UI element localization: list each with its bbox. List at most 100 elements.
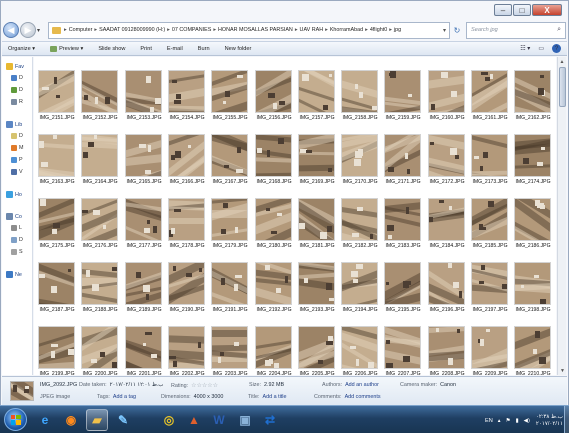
breadcrumb-separator[interactable]: ▸ xyxy=(64,27,67,33)
matlab-icon[interactable]: ▲ xyxy=(183,409,205,431)
file-thumbnail[interactable]: IMG_2198.JPG xyxy=(511,262,555,318)
file-thumbnail[interactable]: IMG_2181.JPG xyxy=(295,198,339,254)
close-button[interactable]: X xyxy=(532,4,562,16)
view-options-icon[interactable]: ☷ ▾ xyxy=(520,45,530,52)
file-thumbnail[interactable]: IMG_2158.JPG xyxy=(338,70,382,126)
folder-icon[interactable]: ▰ xyxy=(86,409,108,431)
nav-item[interactable]: Ho xyxy=(6,191,22,198)
scroll-down-icon[interactable]: ▼ xyxy=(558,366,567,375)
file-thumbnail[interactable]: IMG_2179.JPG xyxy=(208,198,252,254)
file-thumbnail[interactable]: IMG_2154.JPG xyxy=(165,70,209,126)
file-thumbnail[interactable]: IMG_2204.JPG xyxy=(252,326,296,375)
file-thumbnail[interactable]: IMG_2200.JPG xyxy=(78,326,122,375)
file-thumbnail[interactable]: IMG_2205.JPG xyxy=(295,326,339,375)
refresh-icon[interactable]: ↻ xyxy=(450,22,464,39)
file-thumbnail[interactable]: IMG_2196.JPG xyxy=(425,262,469,318)
slideshow-button[interactable]: Slide show xyxy=(98,46,125,52)
file-thumbnail[interactable]: IMG_2159.JPG xyxy=(381,70,425,126)
file-thumbnail[interactable]: IMG_2166.JPG xyxy=(165,134,209,190)
file-thumbnail[interactable]: IMG_2157.JPG xyxy=(295,70,339,126)
nav-item[interactable]: V xyxy=(11,169,23,175)
file-thumbnail[interactable]: IMG_2180.JPG xyxy=(252,198,296,254)
burn-button[interactable]: Burn xyxy=(198,46,210,52)
file-thumbnail[interactable]: IMG_2202.JPG xyxy=(165,326,209,375)
nav-item[interactable]: Ne xyxy=(6,271,22,278)
nav-item[interactable]: D xyxy=(11,133,23,139)
nav-item[interactable]: Fav xyxy=(6,63,24,70)
address-dropdown-icon[interactable]: ▾ xyxy=(443,27,446,34)
tags-value[interactable]: Add a tag xyxy=(113,394,136,400)
file-thumbnail[interactable]: IMG_2199.JPG xyxy=(35,326,79,375)
breadcrumb-separator[interactable]: ▸ xyxy=(213,27,216,33)
nav-item[interactable]: S xyxy=(11,249,23,255)
preview-pane-icon[interactable]: ▭ xyxy=(538,45,544,52)
file-thumbnail[interactable]: IMG_2153.JPG xyxy=(122,70,166,126)
file-thumbnail[interactable]: IMG_2161.JPG xyxy=(468,70,512,126)
organize-button[interactable]: Organize ▾ xyxy=(8,46,35,52)
file-thumbnail[interactable]: IMG_2194.JPG xyxy=(338,262,382,318)
breadcrumb-item[interactable]: HONAR MOSALLAS PARSIAN xyxy=(218,27,293,33)
file-thumbnail[interactable]: IMG_2190.JPG xyxy=(165,262,209,318)
language-indicator[interactable]: EN xyxy=(485,418,493,424)
file-thumbnail[interactable]: IMG_2171.JPG xyxy=(381,134,425,190)
firefox-icon[interactable]: ◉ xyxy=(60,409,82,431)
search-icon[interactable]: ⌕ xyxy=(557,26,561,34)
file-thumbnail[interactable]: IMG_2155.JPG xyxy=(208,70,252,126)
file-thumbnail[interactable]: IMG_2197.JPG xyxy=(468,262,512,318)
volume-icon[interactable]: ◀) xyxy=(524,418,530,424)
file-thumbnail[interactable]: IMG_2162.JPG xyxy=(511,70,555,126)
breadcrumb-separator[interactable]: ▸ xyxy=(295,27,298,33)
file-thumbnail[interactable]: IMG_2209.JPG xyxy=(468,326,512,375)
file-thumbnail[interactable]: IMG_2191.JPG xyxy=(208,262,252,318)
file-thumbnail[interactable]: IMG_2164.JPG xyxy=(78,134,122,190)
nav-item[interactable]: D xyxy=(11,75,23,81)
file-thumbnail[interactable]: IMG_2177.JPG xyxy=(122,198,166,254)
address-bar[interactable]: ▸ Computer ▸ SAADAT 09128009990 (H:) ▸ 07 COM… xyxy=(48,21,450,39)
file-thumbnail[interactable]: IMG_2174.JPG xyxy=(511,134,555,190)
nav-item[interactable]: D xyxy=(11,237,23,243)
file-thumbnail[interactable]: IMG_2186.JPG xyxy=(511,198,555,254)
file-thumbnail[interactable]: IMG_2201.JPG xyxy=(122,326,166,375)
title-value[interactable]: Add a title xyxy=(262,394,286,400)
breadcrumb-separator[interactable]: ▸ xyxy=(389,27,392,33)
paint-icon[interactable]: ✎ xyxy=(112,409,134,431)
rating-stars[interactable]: ☆☆☆☆☆ xyxy=(191,383,218,389)
file-thumbnail[interactable]: IMG_2192.JPG xyxy=(252,262,296,318)
breadcrumb-item[interactable]: SAADAT 09128009990 (H:) xyxy=(99,27,165,33)
file-thumbnail[interactable]: IMG_2184.JPG xyxy=(425,198,469,254)
new-folder-button[interactable]: New folder xyxy=(225,46,252,52)
show-desktop-button[interactable] xyxy=(564,406,569,433)
authors-value[interactable]: Add an author xyxy=(345,382,379,388)
teamviewer-icon[interactable]: ⇄ xyxy=(259,409,281,431)
file-thumbnail[interactable]: IMG_2169.JPG xyxy=(295,134,339,190)
print-button[interactable]: Print xyxy=(140,46,152,52)
minimize-button[interactable]: – xyxy=(494,4,512,16)
file-thumbnail[interactable]: IMG_2167.JPG xyxy=(208,134,252,190)
search-input[interactable]: Search jpg ⌕ xyxy=(466,21,566,39)
nav-item[interactable]: R xyxy=(11,99,23,105)
file-thumbnail[interactable]: IMG_2183.JPG xyxy=(381,198,425,254)
file-thumbnail[interactable]: IMG_2207.JPG xyxy=(381,326,425,375)
preview-button[interactable]: Preview ▾ xyxy=(50,45,83,52)
file-thumbnail[interactable]: IMG_2178.JPG xyxy=(165,198,209,254)
file-thumbnail[interactable]: IMG_2210.JPG xyxy=(511,326,555,375)
photo-viewer-icon[interactable]: ▣ xyxy=(234,409,256,431)
help-icon[interactable]: ? xyxy=(552,44,561,53)
breadcrumb-item[interactable]: KhorramAbad xyxy=(330,27,363,33)
file-thumbnail[interactable]: IMG_2163.JPG xyxy=(35,134,79,190)
file-thumbnail[interactable]: IMG_2206.JPG xyxy=(338,326,382,375)
scroll-up-icon[interactable]: ▲ xyxy=(558,57,566,66)
file-thumbnail[interactable]: IMG_2175.JPG xyxy=(35,198,79,254)
clock[interactable]: ۰۲:۳۸ ب.ظ ۲۰۱۷/۰۲/۱۱ xyxy=(536,414,563,428)
email-button[interactable]: E-mail xyxy=(167,46,183,52)
nav-item[interactable]: Co xyxy=(6,213,22,220)
breadcrumb-item[interactable]: jpg xyxy=(394,27,401,33)
file-thumbnail[interactable]: IMG_2165.JPG xyxy=(122,134,166,190)
breadcrumb-separator[interactable]: ▸ xyxy=(94,27,97,33)
breadcrumb-separator[interactable]: ▸ xyxy=(325,27,328,33)
comments-value[interactable]: Add comments xyxy=(345,394,381,400)
breadcrumb-item[interactable]: UAV RAH xyxy=(300,27,324,33)
internet-explorer-icon[interactable]: e xyxy=(34,409,56,431)
date-taken-value[interactable]: ۲۰۱۷/۰۲/۱۱ ب.ظ ۱۲:۰۱ xyxy=(110,382,164,388)
nav-item[interactable]: L xyxy=(11,225,22,231)
